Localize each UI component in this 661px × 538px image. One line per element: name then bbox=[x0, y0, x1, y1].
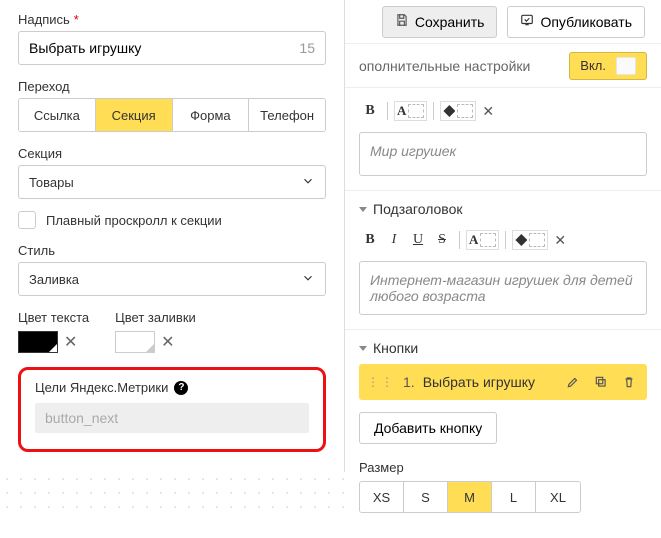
rte-text-color[interactable]: A bbox=[466, 230, 499, 250]
edit-icon[interactable] bbox=[563, 372, 583, 392]
button-item-index: 1. bbox=[403, 374, 415, 390]
delete-icon[interactable] bbox=[619, 372, 639, 392]
right-panel: Сохранить Опубликовать ополнительные нас… bbox=[345, 0, 661, 513]
additional-settings-bar: ополнительные настройки Вкл. bbox=[345, 44, 661, 88]
enable-toggle[interactable]: Вкл. bbox=[569, 52, 647, 80]
size-m[interactable]: M bbox=[448, 482, 492, 512]
caption-label: Надпись* bbox=[18, 12, 326, 27]
size-label: Размер bbox=[359, 460, 647, 475]
subtitle-editor[interactable]: Интернет-магазин игрушек для детей любог… bbox=[359, 261, 647, 315]
save-button[interactable]: Сохранить bbox=[382, 6, 498, 38]
fill-color-label: Цвет заливки bbox=[115, 310, 196, 325]
publish-button[interactable]: Опубликовать bbox=[507, 6, 645, 38]
rte-text-color[interactable]: A bbox=[394, 101, 427, 121]
chevron-down-icon bbox=[301, 271, 315, 288]
chevron-down-icon bbox=[301, 174, 315, 191]
button-item-name: Выбрать игрушку bbox=[423, 374, 555, 390]
triangle-down-icon bbox=[359, 207, 367, 212]
rte-toolbar-2: B I U S A ✕ bbox=[359, 225, 647, 255]
caption-char-count: 15 bbox=[299, 40, 315, 56]
size-s[interactable]: S bbox=[404, 482, 448, 512]
metrika-goals-label: Цели Яндекс.Метрики bbox=[35, 380, 168, 395]
section-label: Секция bbox=[18, 146, 326, 161]
rte-bg-color[interactable] bbox=[512, 230, 548, 250]
smooth-scroll-label: Плавный проскролл к секции bbox=[46, 213, 222, 228]
drag-handle-icon[interactable]: ⋮⋮ bbox=[367, 375, 395, 389]
style-select-value: Заливка bbox=[29, 272, 79, 287]
size-xl[interactable]: XL bbox=[536, 482, 580, 512]
transition-label: Переход bbox=[18, 79, 326, 94]
subtitle-section-toggle[interactable]: Подзаголовок bbox=[345, 201, 661, 217]
triangle-down-icon bbox=[359, 346, 367, 351]
metrika-goals-box: Цели Яндекс.Метрики ? bbox=[18, 367, 326, 452]
top-toolbar: Сохранить Опубликовать bbox=[345, 0, 661, 44]
style-select[interactable]: Заливка bbox=[18, 262, 326, 296]
text-color-label: Цвет текста bbox=[18, 310, 89, 325]
size-l[interactable]: L bbox=[492, 482, 536, 512]
size-xs[interactable]: XS bbox=[360, 482, 404, 512]
rte-italic-icon[interactable]: I bbox=[383, 229, 405, 251]
save-icon bbox=[395, 13, 409, 30]
caption-input-wrap: 15 bbox=[18, 31, 326, 65]
buttons-section-toggle[interactable]: Кнопки bbox=[345, 340, 661, 356]
tab-section[interactable]: Секция bbox=[96, 99, 173, 131]
rte-underline-icon[interactable]: U bbox=[407, 229, 429, 251]
additional-settings-title: ополнительные настройки bbox=[359, 58, 569, 74]
text-color-clear[interactable]: ✕ bbox=[64, 332, 77, 352]
help-icon[interactable]: ? bbox=[174, 381, 188, 395]
rte-clear-icon[interactable]: ✕ bbox=[554, 232, 566, 249]
fill-color-swatch[interactable] bbox=[115, 331, 155, 353]
style-label: Стиль bbox=[18, 243, 326, 258]
tab-phone[interactable]: Телефон bbox=[249, 99, 325, 131]
smooth-scroll-checkbox[interactable] bbox=[18, 211, 36, 229]
title-editor[interactable]: Мир игрушек bbox=[359, 132, 647, 176]
rte-bold-icon[interactable]: B bbox=[359, 229, 381, 251]
text-color-swatch[interactable] bbox=[18, 331, 58, 353]
transition-tabs: Ссылка Секция Форма Телефон bbox=[18, 98, 326, 132]
section-select-value: Товары bbox=[29, 175, 74, 190]
rte-bold-icon[interactable]: B bbox=[359, 100, 381, 122]
section-select[interactable]: Товары bbox=[18, 165, 326, 199]
duplicate-icon[interactable] bbox=[591, 372, 611, 392]
rte-bg-color[interactable] bbox=[440, 101, 476, 121]
tab-link[interactable]: Ссылка bbox=[19, 99, 96, 131]
toggle-slot bbox=[616, 57, 636, 75]
rte-clear-icon[interactable]: ✕ bbox=[482, 103, 494, 120]
rte-strike-icon[interactable]: S bbox=[431, 229, 453, 251]
tab-form[interactable]: Форма bbox=[173, 99, 250, 131]
size-group: XS S M L XL bbox=[359, 481, 581, 513]
add-button[interactable]: Добавить кнопку bbox=[359, 412, 497, 444]
button-list-item[interactable]: ⋮⋮ 1. Выбрать игрушку bbox=[359, 364, 647, 400]
fill-color-clear[interactable]: ✕ bbox=[161, 332, 174, 352]
rte-toolbar-1: B A ✕ bbox=[359, 96, 647, 126]
metrika-goals-input[interactable] bbox=[35, 403, 309, 433]
button-settings-panel: Надпись* 15 Переход Ссылка Секция Форма … bbox=[0, 0, 345, 472]
publish-icon bbox=[520, 13, 534, 30]
caption-input[interactable] bbox=[29, 40, 299, 56]
